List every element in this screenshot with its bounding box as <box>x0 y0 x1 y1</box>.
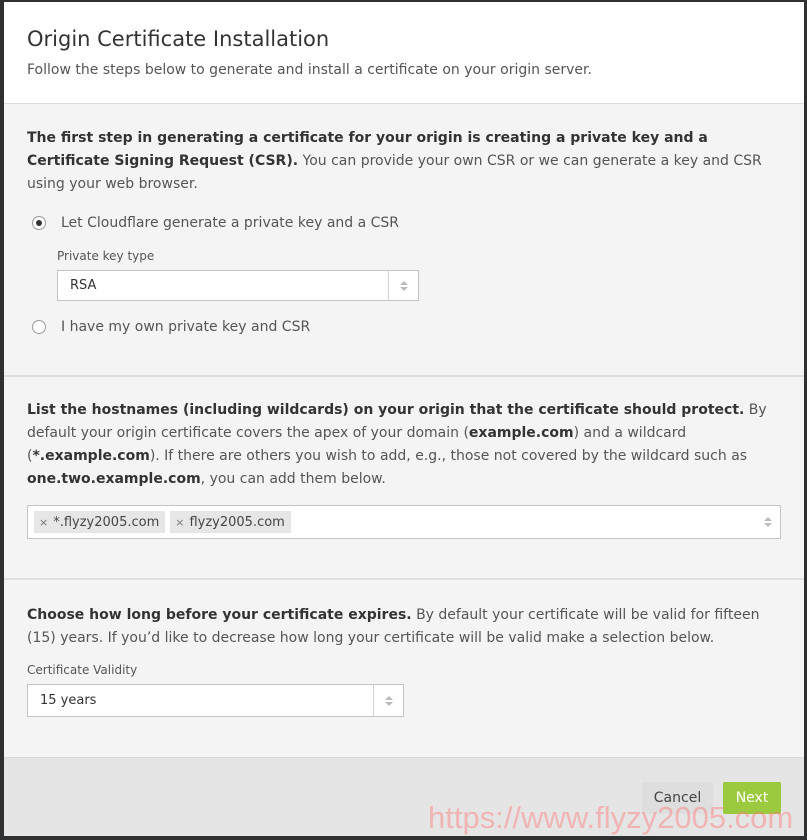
cancel-button[interactable]: Cancel <box>642 782 713 814</box>
certificate-validity-label: Certificate Validity <box>27 663 138 677</box>
certificate-validity-select[interactable]: 15 years <box>27 684 404 717</box>
tag-label: flyzy2005.com <box>189 514 285 530</box>
text: , you can add them below. <box>200 471 386 487</box>
private-key-type-label: Private key type <box>57 249 155 263</box>
text-bold: example.com <box>468 425 574 441</box>
modal-footer: Cancel Next <box>4 758 804 836</box>
hostnames-section: List the hostnames (including wildcards)… <box>4 377 804 580</box>
select-value: 15 years <box>40 693 97 708</box>
hostname-tag: × flyzy2005.com <box>170 511 291 533</box>
hostnames-intro-bold: List the hostnames (including wildcards)… <box>27 402 745 418</box>
radio-generate-csr[interactable]: Let Cloudflare generate a private key an… <box>27 213 781 233</box>
remove-tag-icon[interactable]: × <box>39 511 48 534</box>
text-bold: one.two.example.com <box>27 471 201 487</box>
validity-intro-bold: Choose how long before your certificate … <box>27 607 412 623</box>
hostname-tag: × *.flyzy2005.com <box>34 511 166 534</box>
modal-header: Origin Certificate Installation Follow t… <box>4 2 804 104</box>
certificate-modal: Origin Certificate Installation Follow t… <box>4 2 804 836</box>
updown-arrows-icon <box>388 271 418 300</box>
validity-intro: Choose how long before your certificate … <box>27 604 781 650</box>
radio-own-csr[interactable]: I have my own private key and CSR <box>27 317 781 337</box>
hostnames-tag-input[interactable]: × *.flyzy2005.com × flyzy2005.com <box>27 505 781 539</box>
updown-arrows-icon <box>764 506 772 538</box>
radio-button-checked[interactable] <box>32 216 46 230</box>
remove-tag-icon[interactable]: × <box>175 511 184 534</box>
text-bold: *.example.com <box>32 448 150 464</box>
csr-section: The first step in generating a certifica… <box>4 104 804 377</box>
select-value: RSA <box>70 278 97 293</box>
hostnames-intro: List the hostnames (including wildcards)… <box>27 399 781 491</box>
tag-label: *.flyzy2005.com <box>53 514 160 530</box>
radio-button-unchecked[interactable] <box>32 320 46 334</box>
private-key-type-field: Private key type RSA <box>57 248 781 301</box>
radio-label: I have my own private key and CSR <box>61 318 311 335</box>
updown-arrows-icon <box>373 685 403 716</box>
text: ). If there are others you wish to add, … <box>149 448 748 464</box>
private-key-type-select[interactable]: RSA <box>57 270 419 301</box>
csr-intro: The first step in generating a certifica… <box>27 127 781 196</box>
modal-title: Origin Certificate Installation <box>27 27 330 51</box>
modal-subtitle: Follow the steps below to generate and i… <box>27 62 592 78</box>
validity-section: Choose how long before your certificate … <box>4 580 804 758</box>
radio-label: Let Cloudflare generate a private key an… <box>61 214 400 231</box>
next-button[interactable]: Next <box>723 782 781 814</box>
